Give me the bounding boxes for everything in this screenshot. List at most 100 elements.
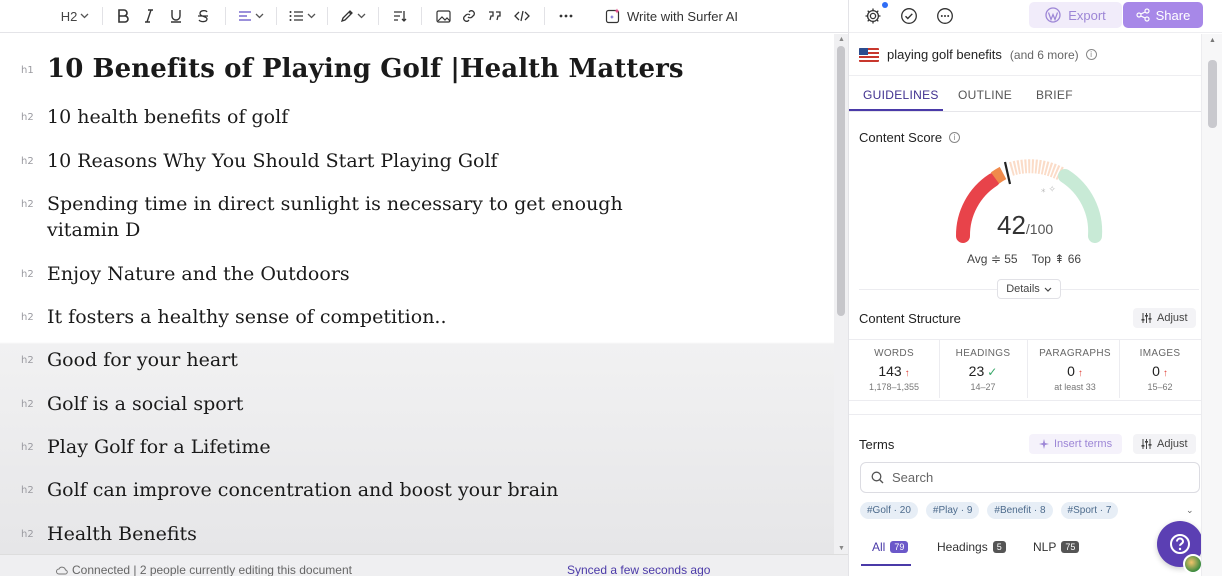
share-button[interactable]: Share bbox=[1123, 2, 1203, 28]
sparkle-icon bbox=[1039, 439, 1049, 449]
cloud-check-icon bbox=[56, 566, 68, 575]
italic-button[interactable] bbox=[135, 3, 163, 29]
structure-adjust-button[interactable]: Adjust bbox=[1133, 308, 1196, 328]
terms-search-input[interactable]: Search bbox=[860, 462, 1200, 493]
document-heading[interactable]: Golf is a social sport bbox=[47, 391, 243, 417]
clear-format-button[interactable] bbox=[387, 3, 413, 29]
scroll-up-icon[interactable]: ▲ bbox=[838, 36, 845, 43]
scroll-down-icon[interactable]: ▼ bbox=[838, 545, 845, 552]
filter-tab-nlp[interactable]: NLP 75 bbox=[1033, 540, 1080, 554]
underline-button[interactable] bbox=[163, 3, 189, 29]
underline-icon bbox=[171, 10, 181, 23]
panel-scrollbar[interactable]: ▲ bbox=[1201, 34, 1222, 576]
document-heading[interactable]: 10 health benefits of golf bbox=[47, 104, 288, 130]
document-scrollbar-thumb[interactable] bbox=[837, 46, 845, 316]
document-scrollbar[interactable]: ▲ ▼ bbox=[834, 34, 848, 554]
heading-text: 10 Benefits of Playing Golf |Health Matt… bbox=[47, 54, 684, 84]
quote-button[interactable] bbox=[482, 3, 508, 29]
stat-value: 0 ↑ bbox=[1029, 363, 1121, 379]
align-left-icon bbox=[239, 11, 251, 21]
document-heading[interactable]: It fosters a healthy sense of competitio… bbox=[47, 304, 447, 330]
document-body[interactable]: h1 10 Benefits of Playing Golf |Health Ma… bbox=[0, 34, 834, 554]
details-button[interactable]: Details bbox=[997, 279, 1061, 299]
keyword-more: (and 6 more) bbox=[1009, 47, 1079, 62]
stat-value-number: 0 bbox=[1067, 363, 1075, 379]
more-menu-button[interactable] bbox=[935, 6, 955, 26]
terms-adjust-button[interactable]: Adjust bbox=[1133, 434, 1196, 454]
chevron-down-icon bbox=[307, 13, 315, 19]
document-heading[interactable]: Golf can improve concentration and boost… bbox=[47, 477, 558, 503]
guidelines-panel: Export Share playing golf benefits (and … bbox=[848, 0, 1222, 576]
details-label: Details bbox=[1006, 283, 1040, 295]
document-heading[interactable]: Enjoy Nature and the Outdoors bbox=[47, 261, 350, 287]
link-button[interactable] bbox=[456, 3, 482, 29]
more-options-button[interactable] bbox=[553, 3, 579, 29]
info-icon[interactable]: i bbox=[1085, 49, 1097, 60]
heading-text: Golf can improve concentration and boost… bbox=[47, 479, 559, 501]
filter-tab-all[interactable]: All 79 bbox=[872, 540, 909, 554]
document-heading[interactable]: Good for your heart bbox=[47, 347, 238, 373]
top-score: Top ⇞ 66 bbox=[1032, 252, 1081, 266]
stat-value: 23 ✓ bbox=[939, 363, 1027, 379]
stat-range: at least 33 bbox=[1054, 382, 1096, 392]
list-dropdown[interactable] bbox=[285, 3, 319, 29]
tab-guidelines[interactable]: GUIDELINES bbox=[863, 88, 939, 102]
scroll-up-icon[interactable]: ▲ bbox=[1209, 37, 1216, 44]
write-with-surfer-ai-button[interactable]: Write with Surfer AI bbox=[605, 8, 738, 24]
heading-level-tag: h2 bbox=[21, 355, 34, 366]
topic-chip[interactable]: #Benefit · 8 bbox=[987, 502, 1053, 519]
heading-text: 10 health benefits of golf bbox=[47, 106, 289, 128]
topic-chip[interactable]: #Play · 9 bbox=[925, 502, 980, 519]
strikethrough-button[interactable] bbox=[189, 3, 217, 29]
toolbar-divider bbox=[225, 7, 226, 25]
check-circle-icon bbox=[901, 8, 917, 24]
export-button[interactable]: Export bbox=[1029, 2, 1122, 28]
stat-divider bbox=[939, 340, 940, 398]
quote-icon bbox=[489, 11, 501, 21]
document-heading[interactable]: Spending time in direct sunlight is nece… bbox=[47, 191, 623, 243]
code-button[interactable] bbox=[508, 3, 536, 29]
topic-chips: #Golf · 20 #Play · 9 #Benefit · 8 #Sport · … bbox=[860, 502, 1200, 520]
filter-tab-headings[interactable]: Headings 5 bbox=[937, 540, 1006, 554]
info-icon[interactable]: i bbox=[949, 132, 961, 143]
panel-scrollbar-thumb[interactable] bbox=[1208, 60, 1217, 128]
bold-button[interactable] bbox=[111, 3, 135, 29]
heading-text: Spending time in direct sunlight is nece… bbox=[47, 193, 623, 215]
filter-tab-count: 75 bbox=[1061, 541, 1080, 553]
stat-paragraphs: PARAGRAPHS 0 ↑ at least 33 bbox=[1029, 340, 1121, 392]
image-button[interactable] bbox=[430, 3, 456, 29]
avatar[interactable] bbox=[1183, 554, 1203, 574]
chevron-down-icon[interactable]: ⌄ bbox=[1186, 505, 1194, 516]
heading-text: It fosters a healthy sense of competitio… bbox=[47, 306, 447, 328]
tab-brief[interactable]: BRIEF bbox=[1036, 88, 1073, 102]
stat-words: WORDS 143 ↑ 1,178–1,355 bbox=[849, 340, 939, 392]
topic-chip[interactable]: #Golf · 20 bbox=[860, 502, 918, 519]
arrow-up-icon: ↑ bbox=[1077, 368, 1083, 379]
highlight-dropdown[interactable] bbox=[336, 3, 370, 29]
export-label: Export bbox=[1068, 7, 1106, 23]
tab-outline[interactable]: OUTLINE bbox=[958, 88, 1012, 102]
avg-score: Avg ≑ 55 bbox=[967, 252, 1018, 266]
italic-icon bbox=[145, 9, 153, 23]
document-heading[interactable]: 10 Reasons Why You Should Start Playing … bbox=[47, 148, 498, 174]
settings-button[interactable] bbox=[863, 6, 883, 26]
keyword-row[interactable]: playing golf benefits (and 6 more) i bbox=[849, 34, 1201, 76]
stat-range: 1,178–1,355 bbox=[868, 382, 920, 392]
stat-label: WORDS bbox=[874, 348, 914, 359]
us-flag-icon bbox=[859, 47, 879, 62]
document-heading[interactable]: Health Benefits bbox=[47, 521, 197, 547]
topic-chip[interactable]: #Sport · 7 bbox=[1060, 502, 1119, 519]
heading-level-value: H2 bbox=[60, 8, 78, 24]
heading-level-tag: h2 bbox=[21, 442, 34, 453]
heading-level-dropdown[interactable]: H2 bbox=[56, 3, 94, 29]
document-heading[interactable]: Play Golf for a Lifetime bbox=[47, 434, 271, 460]
divider bbox=[849, 400, 1201, 401]
insert-terms-button[interactable]: Insert terms bbox=[1029, 434, 1123, 454]
document-title-heading[interactable]: 10 Benefits of Playing Golf |Health Matt… bbox=[47, 54, 684, 84]
heading-level-tag: h2 bbox=[21, 156, 34, 167]
stat-images: IMAGES 0 ↑ 15–62 bbox=[1119, 340, 1201, 392]
arrow-up-icon: ↑ bbox=[904, 368, 910, 379]
check-button[interactable] bbox=[899, 6, 919, 26]
align-dropdown[interactable] bbox=[234, 3, 268, 29]
toolbar-divider bbox=[544, 7, 545, 25]
